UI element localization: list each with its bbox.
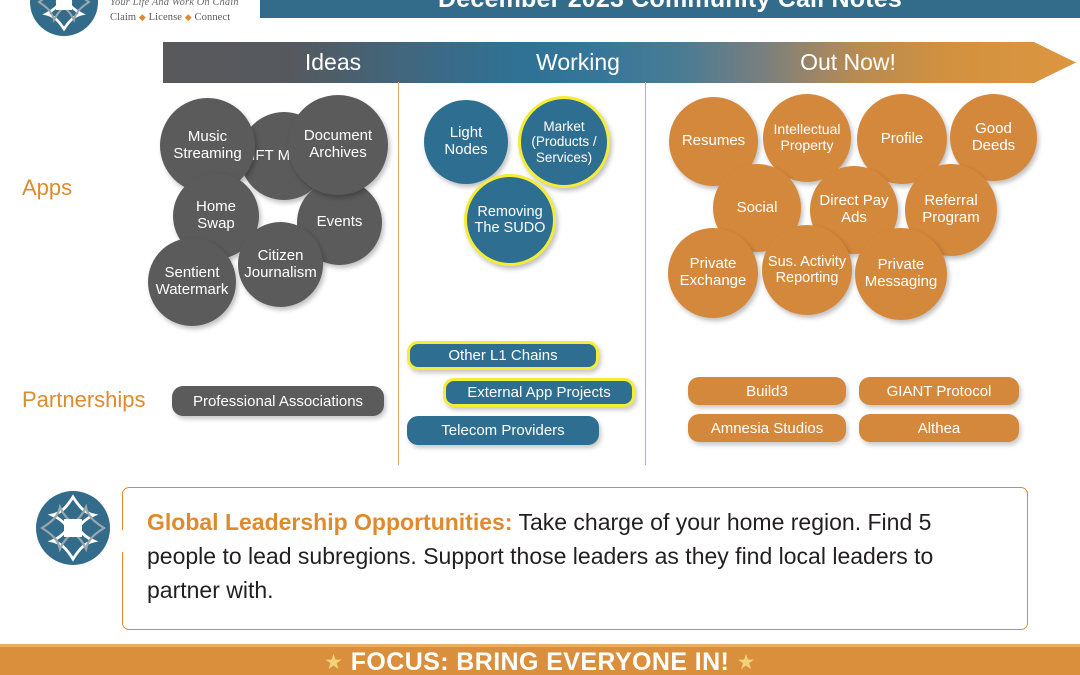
app-bubble-citizen-journalism[interactable]: Citizen Journalism — [238, 222, 323, 307]
partnership-pill-label: Amnesia Studios — [710, 419, 824, 437]
app-bubble-label: Removing The SUDO — [474, 203, 546, 236]
partnership-pill-label: Telecom Providers — [441, 422, 565, 439]
stage-label-working: Working — [536, 49, 620, 75]
footer-text: ★ FOCUS: BRING EVERYONE IN! ★ — [0, 648, 1080, 675]
title-band: December 2023 Community Call Notes — [260, 0, 1080, 18]
partnership-pill-label: GIANT Protocol — [886, 382, 992, 400]
partnership-pill-label: Althea — [917, 419, 961, 437]
partnership-pill-other-l1-chains[interactable]: Other L1 Chains — [407, 341, 599, 370]
app-bubble-label: Good Deeds — [971, 119, 1016, 154]
callout-box: Global Leadership Opportunities: Take ch… — [122, 487, 1028, 630]
partnership-pill-label: Professional Associations — [192, 392, 364, 410]
stage-label-ideas: Ideas — [304, 49, 362, 75]
column-divider-ideas-working — [398, 82, 399, 465]
partnership-pill-amnesia-studios[interactable]: Amnesia Studios — [688, 414, 846, 442]
partnership-pill-professional-associations[interactable]: Professional Associations — [172, 386, 384, 416]
app-bubble-sus-activity-reporting[interactable]: Sus. Activity Reporting — [762, 225, 852, 315]
app-bubble-light-nodes[interactable]: Light Nodes — [424, 100, 508, 184]
brand-tagline-line2: Claim ◆ License ◆ Connect — [110, 11, 270, 26]
footer-bar: ★ FOCUS: BRING EVERYONE IN! ★ — [0, 647, 1080, 675]
on-chain-quatrefoil-emblem-icon — [34, 489, 112, 567]
row-label-apps: Apps — [22, 175, 73, 200]
callout-notch — [122, 530, 137, 552]
app-bubble-label: Document Archives — [303, 127, 373, 161]
app-bubble-label: Profile — [880, 129, 924, 147]
app-bubble-sentient-watermark[interactable]: Sentient Watermark — [148, 238, 236, 326]
app-bubble-private-messaging[interactable]: Private Messaging — [855, 228, 947, 320]
app-bubble-label: Sus. Activity Reporting — [767, 253, 847, 286]
brand-tagline: Your Life And Work On Chain Claim ◆ Lice… — [110, 0, 270, 26]
diamond-icon: ◆ — [184, 11, 192, 22]
app-bubble-label: Intellectual Property — [773, 121, 841, 153]
partnership-pill-build3[interactable]: Build3 — [688, 377, 846, 405]
app-bubble-label: Events — [316, 213, 363, 231]
partnership-pill-telecom-providers[interactable]: Telecom Providers — [407, 416, 599, 445]
app-bubble-removing-the-sudo[interactable]: Removing The SUDO — [464, 174, 556, 266]
app-bubble-label: Referral Program — [922, 192, 980, 226]
partnership-pill-giant-protocol[interactable]: GIANT Protocol — [859, 377, 1019, 405]
callout-text: Global Leadership Opportunities: Take ch… — [147, 505, 1005, 607]
callout-heading: Global Leadership Opportunities: — [147, 509, 513, 535]
app-bubble-label: Citizen Journalism — [244, 246, 317, 281]
brand-license-label: License — [148, 11, 183, 23]
brand-connect-label: Connect — [194, 11, 231, 23]
app-bubble-label: Home Swap — [195, 198, 236, 232]
footer-message: FOCUS: BRING EVERYONE IN! — [350, 648, 730, 675]
brand-logo-block: Your Life And Work On Chain Claim ◆ Lice… — [14, 0, 264, 46]
app-bubble-label: Light Nodes — [444, 124, 488, 158]
diamond-icon: ◆ — [138, 11, 146, 22]
page-title: December 2023 Community Call Notes — [260, 0, 1080, 14]
partnership-pill-label: External App Projects — [467, 384, 611, 401]
partnership-pill-label: Build3 — [746, 382, 788, 400]
app-bubble-label: Direct Pay Ads — [819, 192, 889, 226]
partnership-pill-label: Other L1 Chains — [448, 347, 558, 364]
stage-label-out-now: Out Now! — [800, 49, 896, 75]
app-bubble-label: Private Messaging — [864, 256, 938, 290]
app-bubble-private-exchange[interactable]: Private Exchange — [668, 228, 758, 318]
app-bubble-label: Resumes — [681, 132, 746, 150]
app-bubble-label: Private Exchange — [679, 255, 747, 289]
stage-progress-arrow: Ideas Working Out Now! — [163, 42, 1076, 83]
app-bubble-market-products-services[interactable]: Market (Products / Services) — [518, 96, 610, 188]
star-icon: ★ — [736, 651, 756, 674]
partnership-pill-external-app-projects[interactable]: External App Projects — [443, 378, 635, 407]
app-bubble-label: Music Streaming — [173, 127, 242, 162]
app-bubble-label: Sentient Watermark — [155, 264, 229, 298]
partnership-pill-althea[interactable]: Althea — [859, 414, 1019, 442]
brand-tagline-line1: Your Life And Work On Chain — [110, 0, 239, 8]
app-bubble-label: Social — [736, 198, 778, 216]
app-bubble-document-archives[interactable]: Document Archives — [288, 95, 388, 195]
column-divider-working-outnow — [645, 82, 646, 465]
row-label-partnerships: Partnerships — [22, 387, 146, 412]
brand-claim-label: Claim — [110, 11, 137, 23]
on-chain-quatrefoil-emblem-icon — [28, 0, 100, 38]
app-bubble-label: Market (Products / Services) — [531, 119, 597, 165]
star-icon: ★ — [324, 651, 344, 674]
